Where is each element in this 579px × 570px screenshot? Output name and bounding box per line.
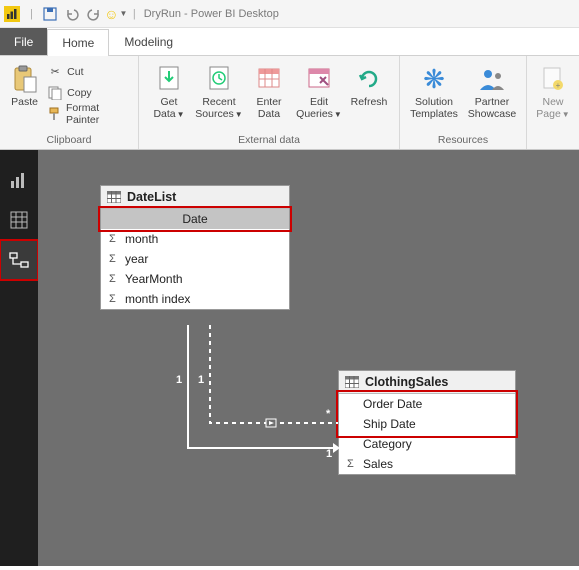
recent-sources-icon — [203, 64, 235, 94]
ribbon-group-resources: ❋Solution Templates Partner Showcase Res… — [400, 56, 527, 149]
title-bar: | ☺▼ | DryRun - Power BI Desktop — [0, 0, 579, 28]
ribbon-group-clipboard: Paste ✂Cut Copy Format Painter Clipboard — [0, 56, 139, 149]
cardinality-one: 1 — [176, 374, 182, 386]
data-view-button[interactable] — [0, 200, 38, 240]
solution-templates-icon: ❋ — [418, 64, 450, 94]
cardinality-many: * — [326, 408, 330, 420]
refresh-button[interactable]: Refresh — [345, 60, 393, 108]
solution-templates-button[interactable]: ❋Solution Templates — [406, 60, 462, 120]
tab-modeling[interactable]: Modeling — [109, 28, 188, 55]
enter-data-icon — [253, 64, 285, 94]
svg-text:+: + — [556, 81, 561, 90]
ribbon-tabs: File Home Modeling — [0, 28, 579, 56]
refresh-icon — [353, 64, 385, 94]
cardinality-one: 1 — [326, 448, 332, 460]
edit-queries-button[interactable]: Edit Queries▼ — [295, 60, 343, 120]
quick-access-toolbar: | ☺▼ | — [26, 3, 140, 25]
new-page-button[interactable]: +New Page▼ — [533, 60, 573, 120]
undo-icon[interactable] — [63, 3, 81, 25]
copy-icon — [47, 86, 63, 100]
recent-sources-button[interactable]: Recent Sources▼ — [195, 60, 243, 120]
view-switcher — [0, 150, 38, 566]
relationship-solid[interactable] — [38, 150, 578, 570]
paste-icon — [9, 64, 41, 94]
cut-button[interactable]: ✂Cut — [45, 62, 132, 82]
ribbon-group-newpage: +New Page▼ — [527, 56, 579, 149]
save-icon[interactable] — [41, 3, 59, 25]
enter-data-button[interactable]: Enter Data — [245, 60, 293, 120]
format-painter-button[interactable]: Format Painter — [45, 104, 132, 124]
app-icon — [4, 6, 20, 22]
get-data-button[interactable]: Get Data▼ — [145, 60, 193, 120]
copy-button[interactable]: Copy — [45, 83, 132, 103]
format-painter-icon — [47, 107, 62, 121]
model-canvas[interactable]: DateList Date Σmonth Σyear ΣYearMonth Σm… — [38, 150, 579, 566]
ribbon-group-external-data: Get Data▼ Recent Sources▼ Enter Data Edi… — [139, 56, 400, 149]
work-area: DateList Date Σmonth Σyear ΣYearMonth Σm… — [0, 150, 579, 566]
edit-queries-icon — [303, 64, 335, 94]
tab-home[interactable]: Home — [47, 29, 109, 56]
partner-showcase-button[interactable]: Partner Showcase — [464, 60, 520, 120]
redo-icon[interactable] — [85, 3, 103, 25]
window-title: DryRun - Power BI Desktop — [144, 8, 279, 20]
report-view-button[interactable] — [0, 160, 38, 200]
new-page-icon: + — [537, 64, 569, 94]
partner-showcase-icon — [476, 64, 508, 94]
cardinality-one: 1 — [198, 374, 204, 386]
cut-icon: ✂ — [47, 66, 63, 78]
tab-file[interactable]: File — [0, 28, 47, 55]
model-view-button[interactable] — [0, 240, 38, 280]
get-data-icon — [153, 64, 185, 94]
smiley-icon[interactable]: ☺▼ — [107, 3, 125, 25]
paste-button[interactable]: Paste — [6, 60, 43, 108]
ribbon: Paste ✂Cut Copy Format Painter Clipboard… — [0, 56, 579, 150]
